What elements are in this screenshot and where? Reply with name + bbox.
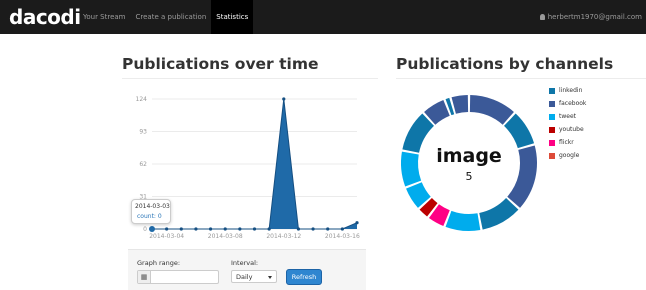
donut-center-value: 5 <box>466 170 473 183</box>
donut-slice-linkedin <box>504 113 535 149</box>
legend-label: youtube <box>559 126 584 133</box>
nav-your-stream[interactable]: Your Stream <box>78 0 131 34</box>
legend-label: tweet <box>559 113 576 120</box>
data-point <box>267 227 271 231</box>
main-nav: Your Stream Create a publication Statist… <box>78 0 254 34</box>
x-tick-label: 2014-03-08 <box>208 233 243 240</box>
x-tick-label: 2014-03-16 <box>325 233 360 240</box>
legend-swatch <box>549 140 555 146</box>
data-point <box>311 227 315 231</box>
legend-label: google <box>559 152 580 159</box>
data-point <box>340 227 344 231</box>
tooltip-date: 2014-03-03 <box>135 203 170 210</box>
graph-range-label: Graph range: <box>137 259 181 267</box>
publications-over-time-title: Publications over time <box>122 55 319 73</box>
y-tick-label: 0 <box>143 226 147 233</box>
data-point <box>282 97 286 101</box>
refresh-button[interactable]: Refresh <box>286 269 322 285</box>
y-tick-label: 124 <box>136 96 148 103</box>
data-point <box>296 227 301 231</box>
graph-range-input[interactable]: ▦ <box>137 270 219 284</box>
x-tick-label: 2014-03-12 <box>266 233 301 240</box>
y-tick-label: 93 <box>139 129 147 136</box>
data-point <box>355 221 359 225</box>
brand-logo[interactable]: dacodi <box>9 5 81 29</box>
data-point <box>223 227 227 231</box>
data-point <box>165 227 169 231</box>
donut-slice-linkedin <box>402 113 434 153</box>
data-point <box>238 227 242 231</box>
chevron-down-icon <box>268 276 272 279</box>
legend-swatch <box>549 88 555 94</box>
data-point <box>326 227 330 231</box>
graph-options-panel: Graph range: ▦ Interval: Daily Refresh <box>128 249 366 290</box>
donut-slice-linkedin <box>479 198 519 230</box>
publications-by-channels-donut: image 5 <box>401 95 537 231</box>
donut-slice-tweet <box>401 151 422 187</box>
legend-swatch <box>549 114 555 120</box>
legend-swatch <box>549 101 555 107</box>
interval-select-value: Daily <box>236 273 253 281</box>
tooltip-count: count: 0 <box>137 213 162 220</box>
nav-statistics[interactable]: Statistics <box>211 0 254 34</box>
legend-swatch <box>549 127 555 133</box>
data-point <box>252 227 257 231</box>
left-divider <box>122 78 378 79</box>
x-tick-label: 2014-03-04 <box>149 233 184 240</box>
legend-label: linkedin <box>559 87 583 94</box>
right-divider <box>396 78 646 79</box>
donut-slice-facebook <box>507 145 537 208</box>
data-point <box>179 227 183 231</box>
data-point <box>194 227 198 231</box>
legend-label: flickr <box>559 139 574 146</box>
data-point <box>208 227 213 231</box>
legend-label: facebook <box>559 100 587 107</box>
chart-tooltip: 2014-03-03 count: 0 <box>131 199 171 224</box>
interval-select[interactable]: Daily <box>231 270 277 283</box>
donut-slice-tweet <box>445 210 481 231</box>
donut-center-title: image <box>436 145 502 167</box>
nav-create-publication[interactable]: Create a publication <box>131 0 212 34</box>
donut-slice-facebook <box>451 95 469 114</box>
publications-by-channels-title: Publications by channels <box>396 55 614 73</box>
legend-swatch <box>549 153 555 159</box>
data-point <box>149 226 155 232</box>
calendar-icon[interactable]: ▦ <box>138 271 151 283</box>
donut-slice-facebook <box>469 95 514 125</box>
user-menu[interactable]: herbertm1970@gmail.com <box>539 0 642 34</box>
y-tick-label: 62 <box>139 161 147 168</box>
top-navbar: dacodi Your Stream Create a publication … <box>0 0 646 34</box>
user-email: herbertm1970@gmail.com <box>547 13 642 21</box>
user-icon <box>539 14 545 20</box>
interval-label: Interval: <box>231 259 259 267</box>
